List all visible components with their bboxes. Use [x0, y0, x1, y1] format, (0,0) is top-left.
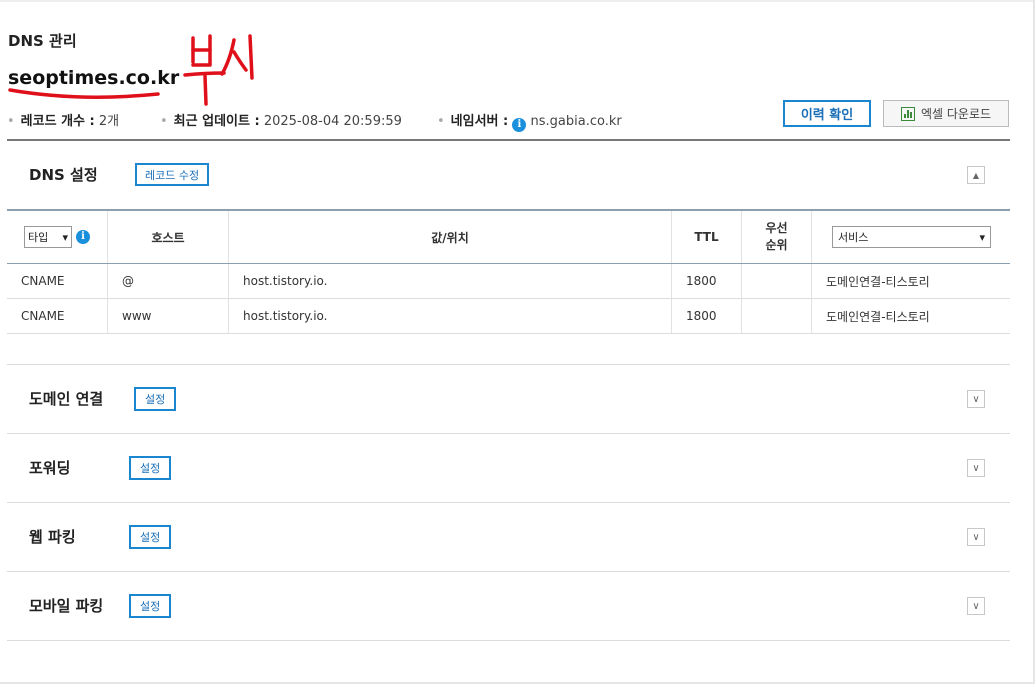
column-host: 호스트	[107, 211, 229, 264]
table-row[interactable]: CNAME @ host.tistory.io. 1800 도메인연결-티스토리	[7, 263, 1010, 299]
column-priority: 우선 순위	[741, 211, 812, 264]
cell-ttl: 1800	[671, 298, 742, 334]
column-ttl: TTL	[671, 211, 742, 264]
domain-name: seoptimes.co.kr	[8, 67, 180, 89]
section-divider	[7, 571, 1010, 572]
domain-connect-title: 도메인 연결	[29, 390, 104, 408]
cell-type: CNAME	[7, 298, 108, 334]
info-icon[interactable]: i	[76, 230, 90, 244]
forwarding-expand-toggle[interactable]: ∨	[967, 459, 985, 477]
cell-host: @	[107, 263, 229, 299]
page-title: DNS 관리	[8, 32, 77, 50]
web-parking-title: 웹 파킹	[29, 528, 76, 546]
service-filter-select[interactable]: 서비스 ▾	[832, 226, 991, 248]
section-divider	[7, 433, 1010, 434]
web-parking-expand-toggle[interactable]: ∨	[967, 528, 985, 546]
history-button[interactable]: 이력 확인	[783, 100, 871, 127]
top-border	[0, 0, 1035, 2]
cell-service: 도메인연결-티스토리	[811, 263, 1010, 299]
bullet-icon: •	[437, 114, 445, 129]
header-divider	[7, 139, 1010, 141]
chevron-down-icon: ∨	[972, 393, 980, 405]
cell-ttl: 1800	[671, 263, 742, 299]
excel-download-label: 엑셀 다운로드	[920, 107, 992, 121]
excel-chart-icon	[900, 106, 915, 121]
mobile-parking-title: 모바일 파킹	[29, 597, 104, 615]
cell-type: CNAME	[7, 263, 108, 299]
mobile-parking-expand-toggle[interactable]: ∨	[967, 597, 985, 615]
cell-value: host.tistory.io.	[228, 263, 672, 299]
dns-records-table: 타입 ▾ i 호스트 값/위치 TTL 우선 순위 서비스 ▾ CNAME @ …	[7, 211, 1010, 334]
cell-value: host.tistory.io.	[228, 298, 672, 334]
edit-records-button[interactable]: 레코드 수정	[135, 163, 210, 186]
chevron-down-icon: ▾	[62, 230, 68, 244]
collapse-toggle[interactable]: ▲	[967, 166, 985, 184]
chevron-up-icon: ▲	[972, 170, 980, 180]
domain-connect-expand-toggle[interactable]: ∨	[967, 390, 985, 408]
dns-settings-title: DNS 설정	[29, 166, 98, 184]
column-service: 서비스 ▾	[811, 211, 1010, 264]
cell-priority	[741, 263, 812, 299]
section-divider	[7, 640, 1010, 641]
cell-service: 도메인연결-티스토리	[811, 298, 1010, 334]
type-filter-select[interactable]: 타입 ▾	[24, 226, 72, 248]
bullet-icon: •	[7, 114, 15, 129]
section-divider	[7, 502, 1010, 503]
web-parking-settings-button[interactable]: 설정	[129, 525, 172, 549]
chevron-down-icon: ∨	[972, 462, 980, 474]
chevron-down-icon: ∨	[972, 600, 980, 612]
record-count: • 레코드 개수 : 2개	[7, 114, 120, 129]
column-type: 타입 ▾ i	[7, 211, 108, 264]
bullet-icon: •	[160, 114, 168, 129]
chevron-down-icon: ▾	[979, 230, 985, 244]
nameserver: • 네임서버 : i ns.gabia.co.kr	[437, 114, 622, 132]
info-icon[interactable]: i	[512, 118, 527, 132]
domain-connect-settings-button[interactable]: 설정	[134, 387, 177, 411]
forwarding-settings-button[interactable]: 설정	[129, 456, 172, 480]
chevron-down-icon: ∨	[972, 531, 980, 543]
cell-priority	[741, 298, 812, 334]
table-row[interactable]: CNAME www host.tistory.io. 1800 도메인연결-티스…	[7, 298, 1010, 334]
column-value: 값/위치	[228, 211, 672, 264]
cell-host: www	[107, 298, 229, 334]
mobile-parking-settings-button[interactable]: 설정	[129, 594, 172, 618]
forwarding-title: 포워딩	[29, 459, 71, 477]
excel-download-button[interactable]: 엑셀 다운로드	[883, 100, 1009, 127]
section-divider	[7, 364, 1010, 365]
table-header-row: 타입 ▾ i 호스트 값/위치 TTL 우선 순위 서비스 ▾	[7, 211, 1010, 264]
last-update: • 최근 업데이트 : 2025-08-04 20:59:59	[160, 114, 402, 129]
